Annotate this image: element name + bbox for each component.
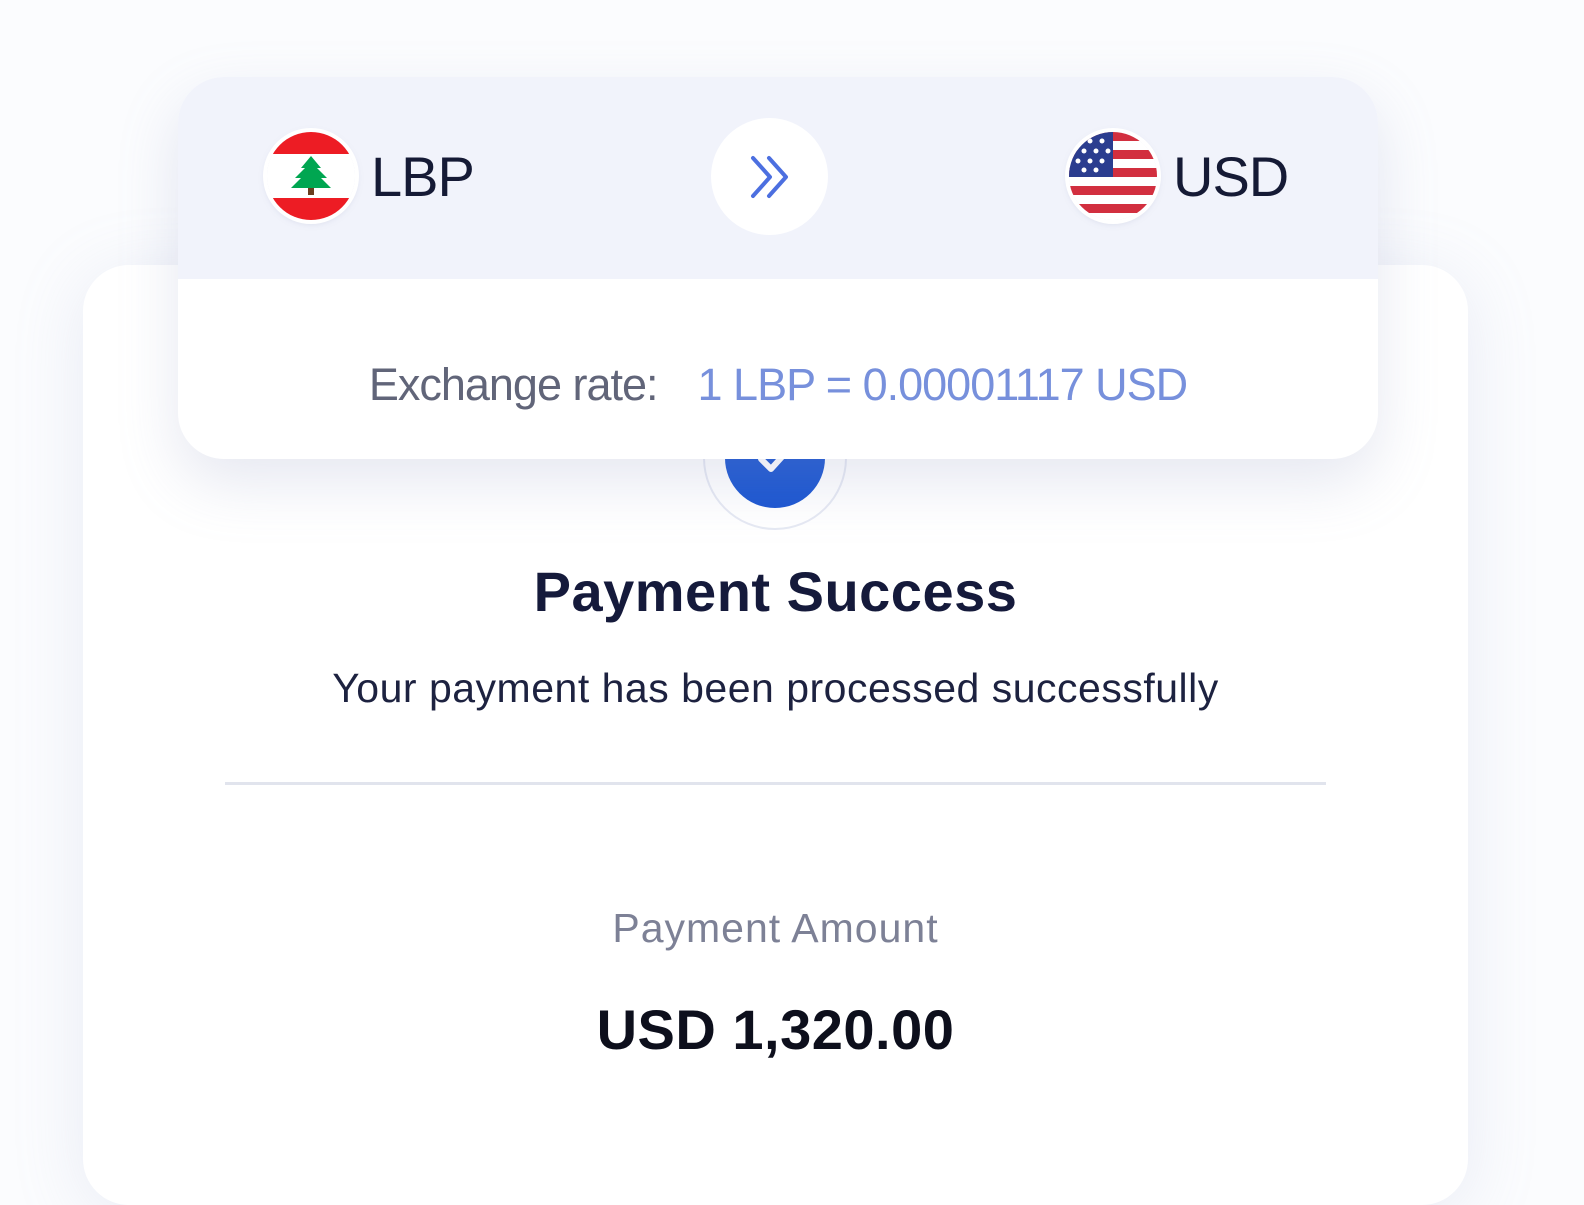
- exchange-rate-card: LBP USD Exchange rate: 1 LBP = 0.0000111…: [178, 77, 1378, 459]
- payment-success-title: Payment Success: [533, 560, 1018, 623]
- swap-currency-button[interactable]: [711, 118, 828, 235]
- payment-success-subtitle: Your payment has been processed successf…: [332, 665, 1219, 711]
- exchange-rate-value: 1 LBP = 0.00001117 USD: [697, 359, 1189, 410]
- payment-amount-label: Payment Amount: [612, 905, 939, 951]
- currency-from-selector[interactable]: LBP: [267, 132, 475, 220]
- exchange-rate-label: Exchange rate:: [368, 359, 659, 410]
- lebanon-flag-icon: [267, 132, 355, 220]
- currency-to-code: USD: [1173, 144, 1289, 208]
- double-chevron-right-icon: [750, 155, 788, 198]
- currency-from-code: LBP: [371, 144, 475, 208]
- divider: [225, 782, 1326, 785]
- usa-flag-icon: [1069, 132, 1157, 220]
- currency-to-selector[interactable]: USD: [1069, 132, 1289, 220]
- exchange-rate-row: Exchange rate: 1 LBP = 0.00001117 USD: [178, 359, 1378, 411]
- payment-amount-value: USD 1,320.00: [596, 998, 955, 1061]
